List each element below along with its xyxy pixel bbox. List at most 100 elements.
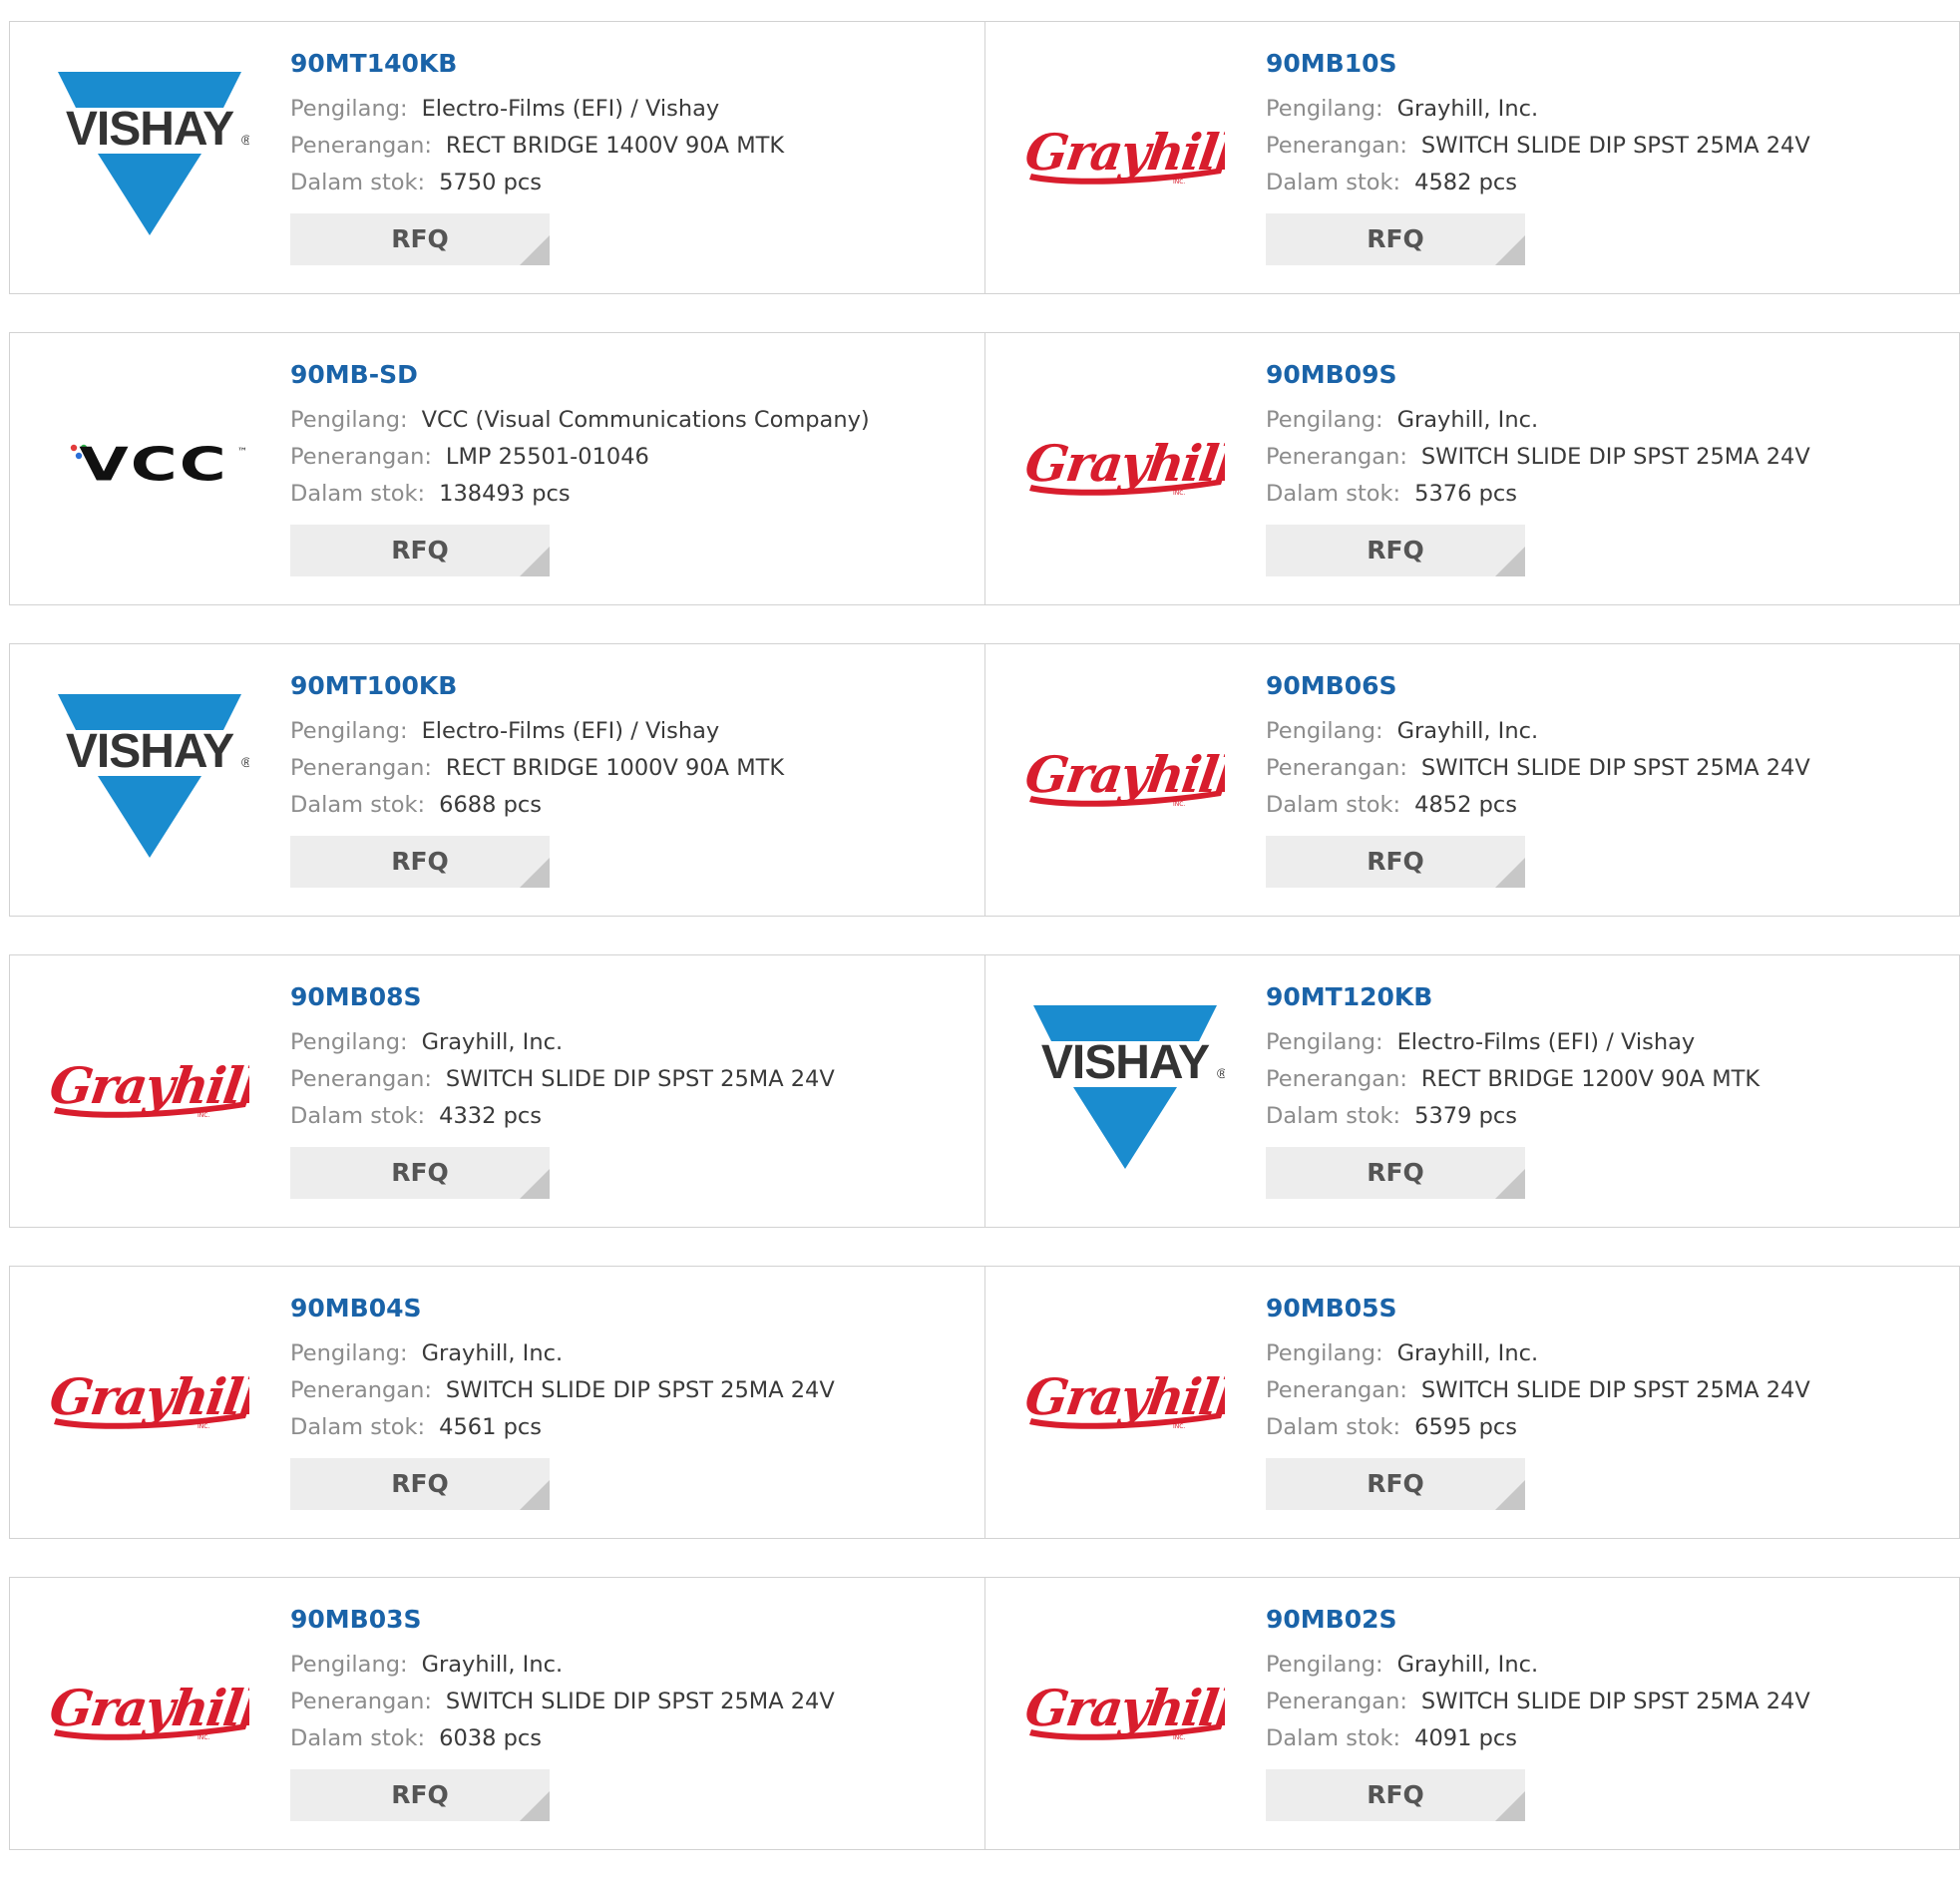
manufacturer-label: Pengilang: <box>290 1340 408 1366</box>
product-card: Grayhill INC. 90MB02S Pengilang: Grayhill,… <box>984 1578 1959 1849</box>
logo-grayhill[interactable]: Grayhill INC. <box>1025 70 1225 239</box>
rfq-button[interactable]: RFQ <box>1266 1769 1525 1821</box>
rfq-button[interactable]: RFQ <box>1266 213 1525 265</box>
manufacturer-label: Pengilang: <box>290 1029 408 1055</box>
description-label: Penerangan: <box>1266 1689 1407 1714</box>
rfq-button[interactable]: RFQ <box>290 213 550 265</box>
grayhill-wordmark: Grayhill <box>50 1679 249 1737</box>
logo-grayhill[interactable]: Grayhill INC. <box>50 1003 249 1173</box>
product-info: 90MT100KB Pengilang: Electro-Films (EFI) … <box>290 670 784 888</box>
logo-vcc[interactable]: VCC ™ <box>50 381 249 551</box>
rfq-button[interactable]: RFQ <box>1266 1147 1525 1199</box>
description-label: Penerangan: <box>290 444 432 470</box>
description-label: Penerangan: <box>1266 755 1407 781</box>
logo-grayhill[interactable]: Grayhill INC. <box>1025 1315 1225 1484</box>
description-row: Penerangan: SWITCH SLIDE DIP SPST 25MA 24… <box>1266 1684 1810 1720</box>
part-number-link[interactable]: 90MB09S <box>1266 359 1810 391</box>
part-number-link[interactable]: 90MB02S <box>1266 1604 1810 1636</box>
vcc-wordmark: VCC <box>79 438 227 492</box>
stock-row: Dalam stok: 4091 pcs <box>1266 1720 1810 1757</box>
stock-value: 4561 pcs <box>439 1414 542 1440</box>
grayhill-inc: INC. <box>197 1112 209 1119</box>
manufacturer-row: Pengilang: Electro-Films (EFI) / Vishay <box>290 91 784 128</box>
logo-grayhill[interactable]: Grayhill INC. <box>1025 381 1225 551</box>
part-number-link[interactable]: 90MB08S <box>290 981 835 1013</box>
part-number-link[interactable]: 90MB04S <box>290 1293 835 1324</box>
product-info: 90MB10S Pengilang: Grayhill, Inc. Peneran… <box>1266 48 1810 265</box>
rfq-button[interactable]: RFQ <box>1266 525 1525 576</box>
grayhill-wordmark: Grayhill <box>1025 1367 1225 1426</box>
vcc-logo-icon: VCC ™ <box>70 438 247 492</box>
rfq-button[interactable]: RFQ <box>1266 836 1525 888</box>
description-value: LMP 25501-01046 <box>445 444 649 470</box>
part-number-link[interactable]: 90MB06S <box>1266 670 1810 702</box>
rfq-button[interactable]: RFQ <box>290 1458 550 1510</box>
manufacturer-label: Pengilang: <box>1266 718 1383 744</box>
manufacturer-row: Pengilang: Grayhill, Inc. <box>1266 402 1810 439</box>
manufacturer-label: Pengilang: <box>290 1652 408 1678</box>
stock-row: Dalam stok: 4582 pcs <box>1266 165 1810 201</box>
product-card: Grayhill INC. 90MB06S Pengilang: Grayhill,… <box>984 644 1959 916</box>
corner-triangle-icon <box>520 235 550 265</box>
product-row: Grayhill INC. 90MB08S Pengilang: Grayhill,… <box>9 954 1960 1228</box>
description-label: Penerangan: <box>1266 1377 1407 1403</box>
product-info: 90MB06S Pengilang: Grayhill, Inc. Peneran… <box>1266 670 1810 888</box>
logo-vishay[interactable]: VISHAY ® <box>50 70 249 239</box>
manufacturer-row: Pengilang: Electro-Films (EFI) / Vishay <box>1266 1024 1760 1061</box>
part-number-link[interactable]: 90MB03S <box>290 1604 835 1636</box>
logo-vishay[interactable]: VISHAY ® <box>1025 1003 1225 1173</box>
description-label: Penerangan: <box>290 755 432 781</box>
description-row: Penerangan: SWITCH SLIDE DIP SPST 25MA 24… <box>290 1684 835 1720</box>
part-number-link[interactable]: 90MB10S <box>1266 48 1810 80</box>
rfq-button[interactable]: RFQ <box>290 836 550 888</box>
description-value: RECT BRIDGE 1200V 90A MTK <box>1420 1066 1761 1092</box>
product-info: 90MT120KB Pengilang: Electro-Films (EFI) … <box>1266 981 1760 1199</box>
part-number-link[interactable]: 90MT100KB <box>290 670 784 702</box>
grayhill-logo-icon: GrayhillINC. <box>50 1679 249 1741</box>
stock-label: Dalam stok: <box>1266 1725 1401 1751</box>
manufacturer-row: Pengilang: Grayhill, Inc. <box>290 1024 835 1061</box>
grayhill-logo-icon: GrayhillINC. <box>50 1056 249 1119</box>
manufacturer-label: Pengilang: <box>290 718 408 744</box>
logo-vishay[interactable]: VISHAY ® <box>50 692 249 862</box>
description-value: SWITCH SLIDE DIP SPST 25MA 24V <box>1420 755 1810 781</box>
description-label: Penerangan: <box>290 1066 432 1092</box>
logo-grayhill[interactable]: Grayhill INC. <box>50 1626 249 1795</box>
logo-grayhill[interactable]: Grayhill INC. <box>1025 692 1225 862</box>
rfq-button[interactable]: RFQ <box>290 1147 550 1199</box>
rfq-button[interactable]: RFQ <box>290 1769 550 1821</box>
corner-triangle-icon <box>1495 1480 1525 1510</box>
part-number-link[interactable]: 90MT120KB <box>1266 981 1760 1013</box>
rfq-button[interactable]: RFQ <box>290 525 550 576</box>
logo-grayhill[interactable]: Grayhill INC. <box>1025 1626 1225 1795</box>
rfq-label: RFQ <box>1367 1469 1424 1498</box>
stock-row: Dalam stok: 6595 pcs <box>1266 1409 1810 1446</box>
manufacturer-row: Pengilang: Electro-Films (EFI) / Vishay <box>290 713 784 750</box>
rfq-button[interactable]: RFQ <box>1266 1458 1525 1510</box>
corner-triangle-icon <box>520 1791 550 1821</box>
part-number-link[interactable]: 90MB05S <box>1266 1293 1810 1324</box>
description-label: Penerangan: <box>290 1689 432 1714</box>
rfq-label: RFQ <box>391 1780 449 1809</box>
description-value: SWITCH SLIDE DIP SPST 25MA 24V <box>445 1377 835 1403</box>
product-card: VISHAY ® 90MT140KB Pengilang: Electro-Film… <box>10 22 984 293</box>
part-number-link[interactable]: 90MT140KB <box>290 48 784 80</box>
grayhill-wordmark: Grayhill <box>1025 434 1225 493</box>
product-card: VISHAY ® 90MT100KB Pengilang: Electro-Film… <box>10 644 984 916</box>
part-number-link[interactable]: 90MB-SD <box>290 359 870 391</box>
manufacturer-row: Pengilang: Grayhill, Inc. <box>290 1335 835 1372</box>
manufacturer-row: Pengilang: Grayhill, Inc. <box>290 1647 835 1684</box>
logo-grayhill[interactable]: Grayhill INC. <box>50 1315 249 1484</box>
stock-row: Dalam stok: 138493 pcs <box>290 476 870 513</box>
description-value: RECT BRIDGE 1400V 90A MTK <box>445 133 785 159</box>
manufacturer-value: Grayhill, Inc. <box>1396 1652 1539 1678</box>
stock-label: Dalam stok: <box>290 1725 426 1751</box>
description-row: Penerangan: SWITCH SLIDE DIP SPST 25MA 24… <box>1266 1372 1810 1409</box>
product-info: 90MB-SD Pengilang: VCC (Visual Communicat… <box>290 359 870 576</box>
corner-triangle-icon <box>1495 1791 1525 1821</box>
stock-label: Dalam stok: <box>290 1103 426 1129</box>
description-row: Penerangan: RECT BRIDGE 1200V 90A MTK <box>1266 1061 1760 1098</box>
stock-row: Dalam stok: 6038 pcs <box>290 1720 835 1757</box>
corner-triangle-icon <box>520 858 550 888</box>
description-value: SWITCH SLIDE DIP SPST 25MA 24V <box>1420 133 1810 159</box>
